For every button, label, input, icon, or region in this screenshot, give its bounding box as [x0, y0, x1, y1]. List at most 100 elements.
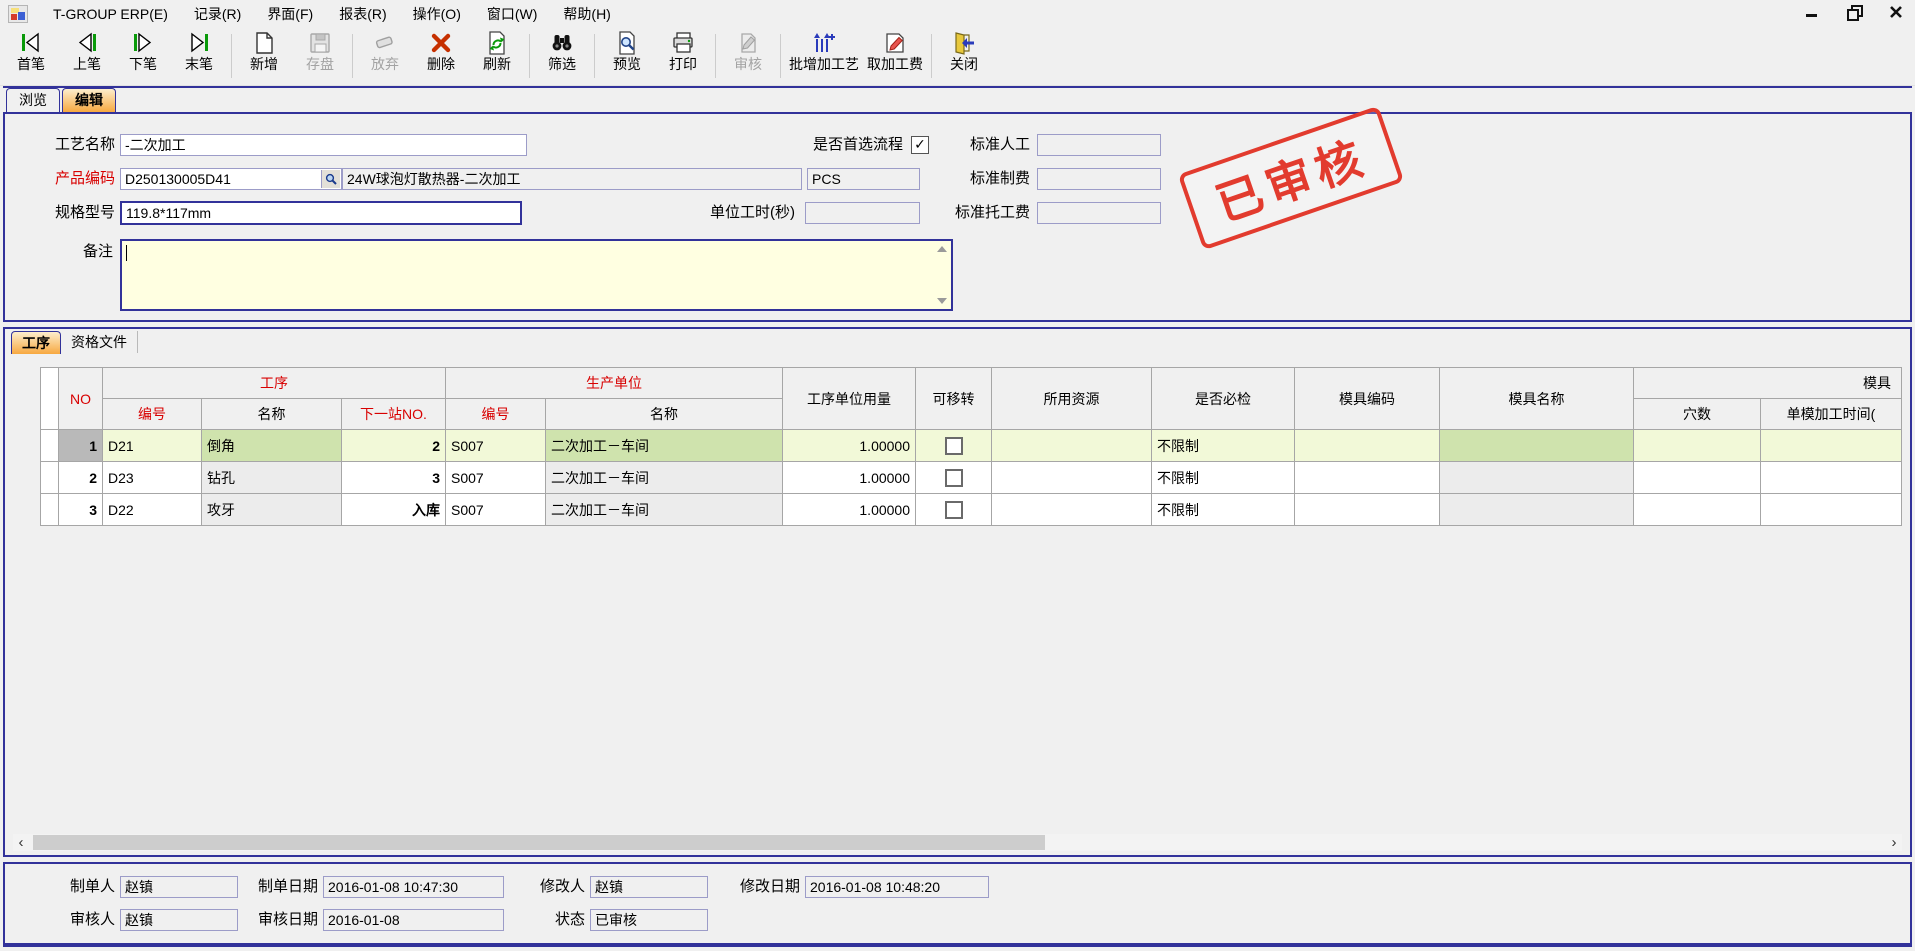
- cell-next_no[interactable]: 入库: [342, 494, 446, 526]
- menu-operation[interactable]: 操作(O): [400, 0, 474, 28]
- product-lookup-button[interactable]: [321, 170, 340, 188]
- cell-unit_code[interactable]: S007: [446, 494, 546, 526]
- scroll-up-icon[interactable]: [937, 246, 947, 252]
- cell-code[interactable]: D22: [103, 494, 202, 526]
- print-button[interactable]: 打印: [655, 29, 711, 84]
- restore-icon[interactable]: [1847, 5, 1861, 19]
- prev-record-button[interactable]: 上笔: [59, 29, 115, 84]
- process-name-input[interactable]: -二次加工: [120, 134, 527, 156]
- cell-mold_code[interactable]: [1295, 462, 1440, 494]
- cell-name[interactable]: 倒角: [202, 430, 342, 462]
- cell-mold_code[interactable]: [1295, 430, 1440, 462]
- cell-cavity[interactable]: [1634, 430, 1761, 462]
- cell-next_no[interactable]: 2: [342, 430, 446, 462]
- cell-must_inspect[interactable]: 不限制: [1152, 430, 1295, 462]
- scrollbar-thumb[interactable]: [33, 835, 1045, 850]
- cell-name[interactable]: 攻牙: [202, 494, 342, 526]
- cell-no[interactable]: 1: [59, 430, 103, 462]
- remark-textarea[interactable]: [120, 239, 953, 311]
- cell-usage[interactable]: 1.00000: [783, 462, 916, 494]
- first-record-button[interactable]: 首笔: [3, 29, 59, 84]
- get-processing-fee-button[interactable]: 取加工费: [863, 29, 927, 84]
- tab-qualification-docs[interactable]: 资格文件: [61, 331, 138, 353]
- cell-resource[interactable]: [992, 430, 1152, 462]
- cell-no[interactable]: 3: [59, 494, 103, 526]
- batch-add-process-button[interactable]: 批增加工艺: [785, 29, 863, 84]
- cell-unit_name[interactable]: 二次加工－车间: [546, 462, 783, 494]
- cell-resource[interactable]: [992, 462, 1152, 494]
- transferable-checkbox[interactable]: [945, 469, 963, 487]
- close-window-icon[interactable]: [1889, 5, 1903, 19]
- cell-transferable[interactable]: [916, 430, 992, 462]
- menu-tgroup-erp[interactable]: T-GROUP ERP(E): [40, 2, 181, 26]
- preview-button[interactable]: 预览: [599, 29, 655, 84]
- header-no[interactable]: NO: [59, 368, 103, 430]
- next-record-button[interactable]: 下笔: [115, 29, 171, 84]
- cell-resource[interactable]: [992, 494, 1152, 526]
- header-process-name[interactable]: 名称: [202, 399, 342, 430]
- cell-name[interactable]: 钻孔: [202, 462, 342, 494]
- transferable-checkbox[interactable]: [945, 437, 963, 455]
- cell-must_inspect[interactable]: 不限制: [1152, 494, 1295, 526]
- cell-unit_name[interactable]: 二次加工－车间: [546, 430, 783, 462]
- cell-mold_time[interactable]: [1761, 462, 1902, 494]
- header-mold-code[interactable]: 模具编码: [1295, 368, 1440, 430]
- cell-mold_code[interactable]: [1295, 494, 1440, 526]
- scroll-left-icon[interactable]: ‹: [13, 834, 29, 851]
- cell-mold_name[interactable]: [1440, 430, 1634, 462]
- scroll-down-icon[interactable]: [937, 298, 947, 304]
- cell-unit_code[interactable]: S007: [446, 430, 546, 462]
- tab-browse[interactable]: 浏览: [6, 88, 60, 112]
- close-button[interactable]: 关闭: [936, 29, 992, 84]
- cell-unit_name[interactable]: 二次加工－车间: [546, 494, 783, 526]
- transferable-checkbox[interactable]: [945, 501, 963, 519]
- header-cavity[interactable]: 穴数: [1634, 399, 1761, 430]
- refresh-button[interactable]: 刷新: [469, 29, 525, 84]
- header-transferable[interactable]: 可移转: [916, 368, 992, 430]
- filter-button[interactable]: 筛选: [534, 29, 590, 84]
- tab-process-steps[interactable]: 工序: [11, 331, 61, 354]
- spec-model-input[interactable]: 119.8*117mm: [120, 201, 522, 225]
- header-must-inspect[interactable]: 是否必检: [1152, 368, 1295, 430]
- menu-help[interactable]: 帮助(H): [550, 0, 623, 28]
- header-resource[interactable]: 所用资源: [992, 368, 1152, 430]
- header-mold-time[interactable]: 单模加工时间(: [1761, 399, 1902, 430]
- cell-must_inspect[interactable]: 不限制: [1152, 462, 1295, 494]
- cell-mold_time[interactable]: [1761, 430, 1902, 462]
- tab-edit[interactable]: 编辑: [62, 88, 116, 112]
- menu-record[interactable]: 记录(R): [181, 0, 254, 28]
- header-group-process[interactable]: 工序: [103, 368, 446, 399]
- cell-unit_code[interactable]: S007: [446, 462, 546, 494]
- cell-usage[interactable]: 1.00000: [783, 494, 916, 526]
- cell-cavity[interactable]: [1634, 494, 1761, 526]
- last-record-button[interactable]: 末笔: [171, 29, 227, 84]
- header-next-no[interactable]: 下一站NO.: [342, 399, 446, 430]
- header-group-unit[interactable]: 生产单位: [446, 368, 783, 399]
- product-code-input[interactable]: D250130005D41: [120, 168, 342, 190]
- cell-mold_time[interactable]: [1761, 494, 1902, 526]
- delete-button[interactable]: 删除: [413, 29, 469, 84]
- cell-mold_name[interactable]: [1440, 462, 1634, 494]
- header-unit-code[interactable]: 编号: [446, 399, 546, 430]
- cell-next_no[interactable]: 3: [342, 462, 446, 494]
- cell-cavity[interactable]: [1634, 462, 1761, 494]
- menu-window[interactable]: 窗口(W): [474, 0, 551, 28]
- cell-transferable[interactable]: [916, 494, 992, 526]
- menu-report[interactable]: 报表(R): [326, 0, 399, 28]
- minimize-icon[interactable]: [1805, 5, 1819, 19]
- cell-usage[interactable]: 1.00000: [783, 430, 916, 462]
- cell-transferable[interactable]: [916, 462, 992, 494]
- scroll-right-icon[interactable]: ›: [1886, 834, 1902, 851]
- cell-code[interactable]: D21: [103, 430, 202, 462]
- menu-interface[interactable]: 界面(F): [254, 0, 326, 28]
- toolbar-separator: [931, 34, 932, 78]
- cell-no[interactable]: 2: [59, 462, 103, 494]
- header-process-code[interactable]: 编号: [103, 399, 202, 430]
- new-record-button[interactable]: 新增: [236, 29, 292, 84]
- header-group-mold[interactable]: 模具: [1634, 368, 1902, 399]
- header-usage[interactable]: 工序单位用量: [783, 368, 916, 430]
- cell-code[interactable]: D23: [103, 462, 202, 494]
- cell-mold_name[interactable]: [1440, 494, 1634, 526]
- header-unit-name[interactable]: 名称: [546, 399, 783, 430]
- header-mold-name[interactable]: 模具名称: [1440, 368, 1634, 430]
